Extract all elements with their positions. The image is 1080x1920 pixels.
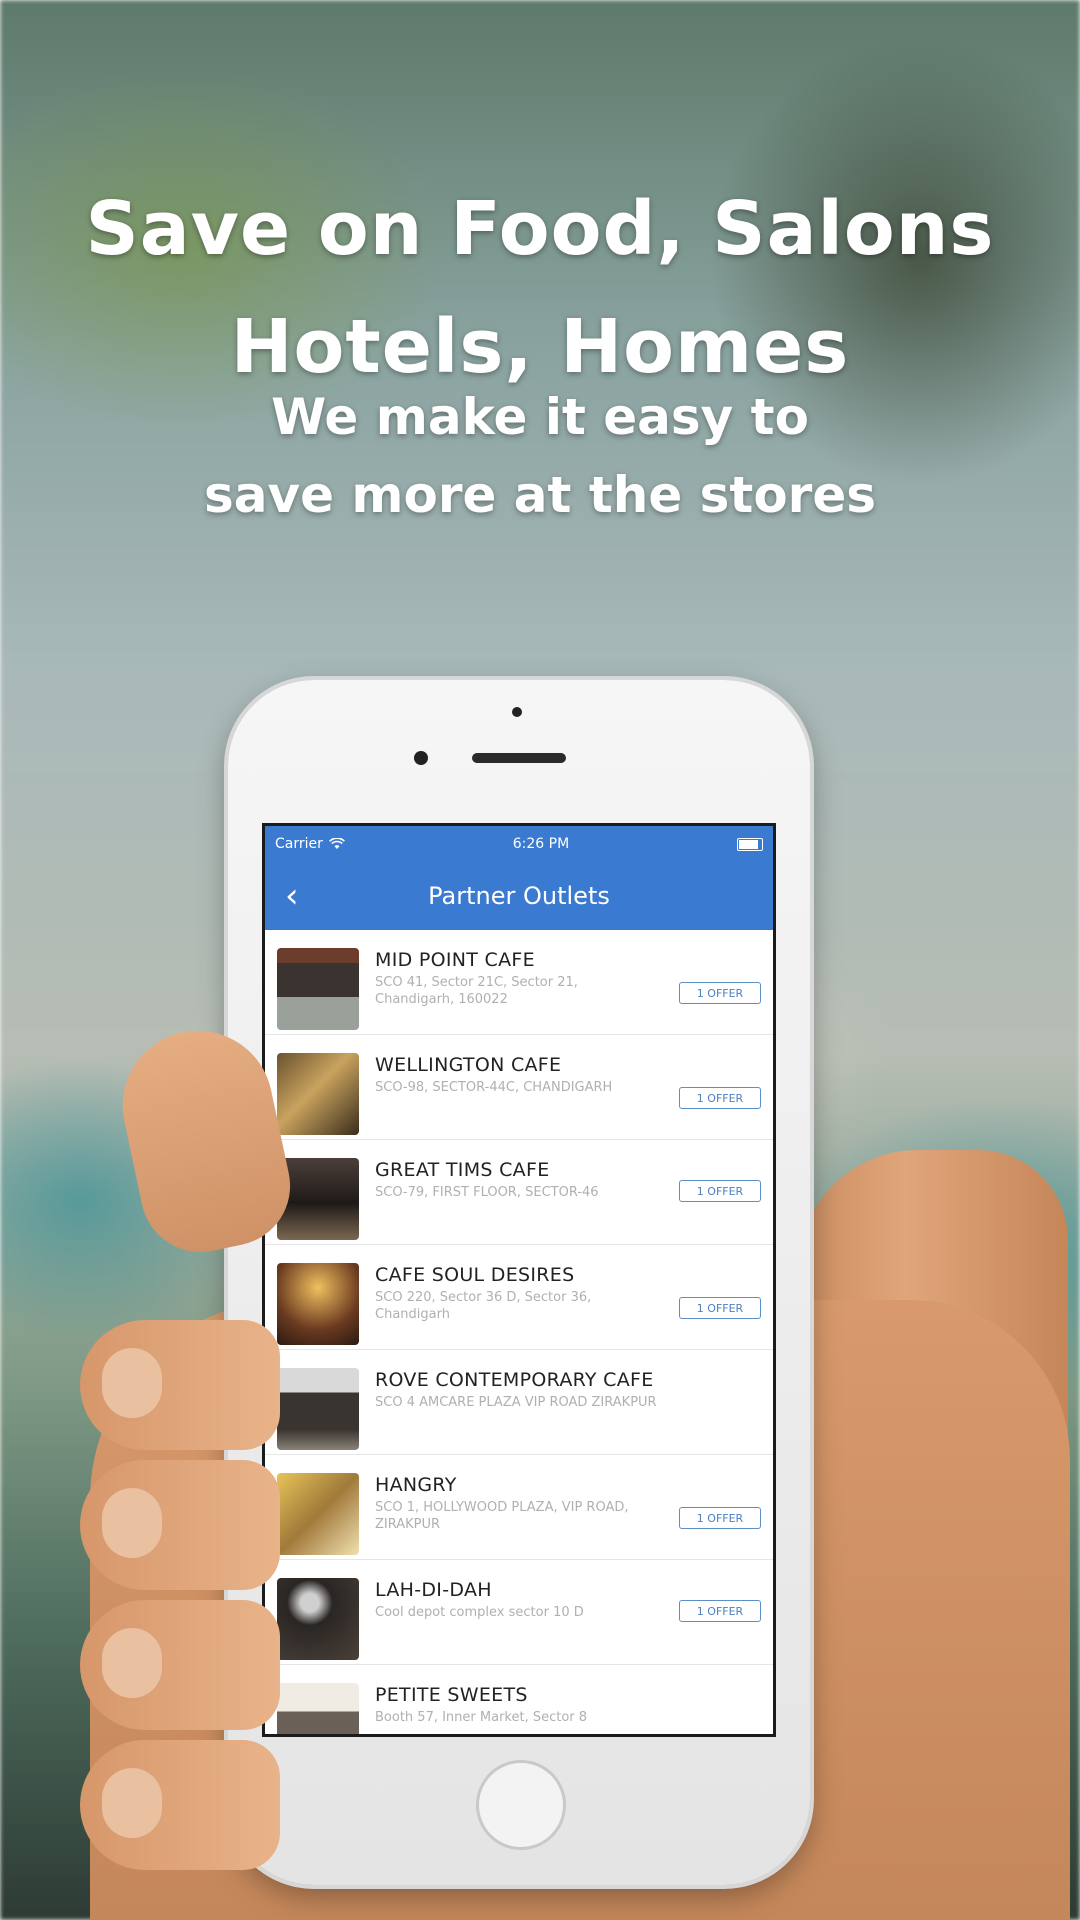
outlet-thumbnail xyxy=(277,1158,359,1240)
list-item[interactable]: CAFE SOUL DESIRES SCO 220, Sector 36 D, … xyxy=(265,1245,773,1350)
outlet-address: SCO-79, FIRST FLOOR, SECTOR-46 xyxy=(375,1185,599,1200)
list-item[interactable]: LAH-DI-DAH Cool depot complex sector 10 … xyxy=(265,1560,773,1665)
list-item[interactable]: WELLINGTON CAFE SCO-98, SECTOR-44C, CHAN… xyxy=(265,1035,773,1140)
offer-badge[interactable]: 1 OFFER xyxy=(679,982,761,1004)
hand-finger xyxy=(80,1320,280,1450)
outlet-thumbnail xyxy=(277,1473,359,1555)
outlet-name: CAFE SOUL DESIRES xyxy=(375,1264,575,1286)
outlet-address: Booth 57, Inner Market, Sector 8 xyxy=(375,1710,588,1725)
list-item[interactable]: MID POINT CAFE SCO 41, Sector 21C, Secto… xyxy=(265,930,773,1035)
offer-badge[interactable]: 1 OFFER xyxy=(679,1507,761,1529)
subheadline-line-2: save more at the stores xyxy=(203,466,877,524)
wifi-icon xyxy=(328,838,345,849)
outlet-name: ROVE CONTEMPORARY CAFE xyxy=(375,1369,654,1391)
outlet-address: SCO-98, SECTOR-44C, CHANDIGARH xyxy=(375,1080,613,1095)
outlet-name: MID POINT CAFE xyxy=(375,949,535,971)
earpiece-speaker xyxy=(472,753,566,763)
phone-device: Carrier 6:26 PM ‹ Partner Outlets MID PO… xyxy=(228,680,810,1885)
outlet-name: GREAT TIMS CAFE xyxy=(375,1159,550,1181)
front-camera xyxy=(414,751,428,765)
carrier-indicator: Carrier xyxy=(275,836,345,852)
outlet-thumbnail xyxy=(277,1683,359,1734)
battery-icon xyxy=(737,837,763,851)
hand-finger xyxy=(80,1460,280,1590)
hand-finger xyxy=(80,1600,280,1730)
subheadline: We make it easy to save more at the stor… xyxy=(0,378,1080,534)
list-item[interactable]: GREAT TIMS CAFE SCO-79, FIRST FLOOR, SEC… xyxy=(265,1140,773,1245)
outlet-thumbnail xyxy=(277,1263,359,1345)
offer-badge[interactable]: 1 OFFER xyxy=(679,1297,761,1319)
chevron-left-icon[interactable]: ‹ xyxy=(285,876,299,916)
list-item[interactable]: ROVE CONTEMPORARY CAFE SCO 4 AMCARE PLAZ… xyxy=(265,1350,773,1455)
status-bar: Carrier 6:26 PM xyxy=(265,826,773,862)
outlet-list[interactable]: MID POINT CAFE SCO 41, Sector 21C, Secto… xyxy=(265,930,773,1734)
carrier-label: Carrier xyxy=(275,836,323,852)
headline: Save on Food, Salons Hotels, Homes xyxy=(0,170,1080,406)
outlet-name: HANGRY xyxy=(375,1474,457,1496)
proximity-sensor xyxy=(512,707,522,717)
nav-bar: ‹ Partner Outlets xyxy=(265,862,773,930)
outlet-address: SCO 4 AMCARE PLAZA VIP ROAD ZIRAKPUR xyxy=(375,1395,657,1410)
offer-badge[interactable]: 1 OFFER xyxy=(679,1087,761,1109)
offer-badge[interactable]: 1 OFFER xyxy=(679,1180,761,1202)
headline-line-1: Save on Food, Salons xyxy=(85,186,995,272)
outlet-thumbnail xyxy=(277,1578,359,1660)
home-button[interactable] xyxy=(476,1760,566,1850)
outlet-address: Cool depot complex sector 10 D xyxy=(375,1605,584,1620)
subheadline-line-1: We make it easy to xyxy=(271,388,809,446)
list-item[interactable]: HANGRY SCO 1, HOLLYWOOD PLAZA, VIP ROAD,… xyxy=(265,1455,773,1560)
outlet-thumbnail xyxy=(277,1053,359,1135)
phone-screen: Carrier 6:26 PM ‹ Partner Outlets MID PO… xyxy=(262,823,776,1737)
outlet-name: LAH-DI-DAH xyxy=(375,1579,492,1601)
outlet-address: SCO 1, HOLLYWOOD PLAZA, VIP ROAD, ZIRAKP… xyxy=(375,1500,629,1532)
outlet-name: PETITE SWEETS xyxy=(375,1684,528,1706)
nav-title: Partner Outlets xyxy=(428,882,610,910)
outlet-name: WELLINGTON CAFE xyxy=(375,1054,562,1076)
list-item[interactable]: PETITE SWEETS Booth 57, Inner Market, Se… xyxy=(265,1665,773,1734)
hand-finger xyxy=(80,1740,280,1870)
offer-badge[interactable]: 1 OFFER xyxy=(679,1600,761,1622)
outlet-thumbnail xyxy=(277,948,359,1030)
outlet-address: SCO 41, Sector 21C, Sector 21, Chandigar… xyxy=(375,975,578,1007)
outlet-thumbnail xyxy=(277,1368,359,1450)
status-time: 6:26 PM xyxy=(512,836,570,852)
outlet-address: SCO 220, Sector 36 D, Sector 36, Chandig… xyxy=(375,1290,592,1322)
